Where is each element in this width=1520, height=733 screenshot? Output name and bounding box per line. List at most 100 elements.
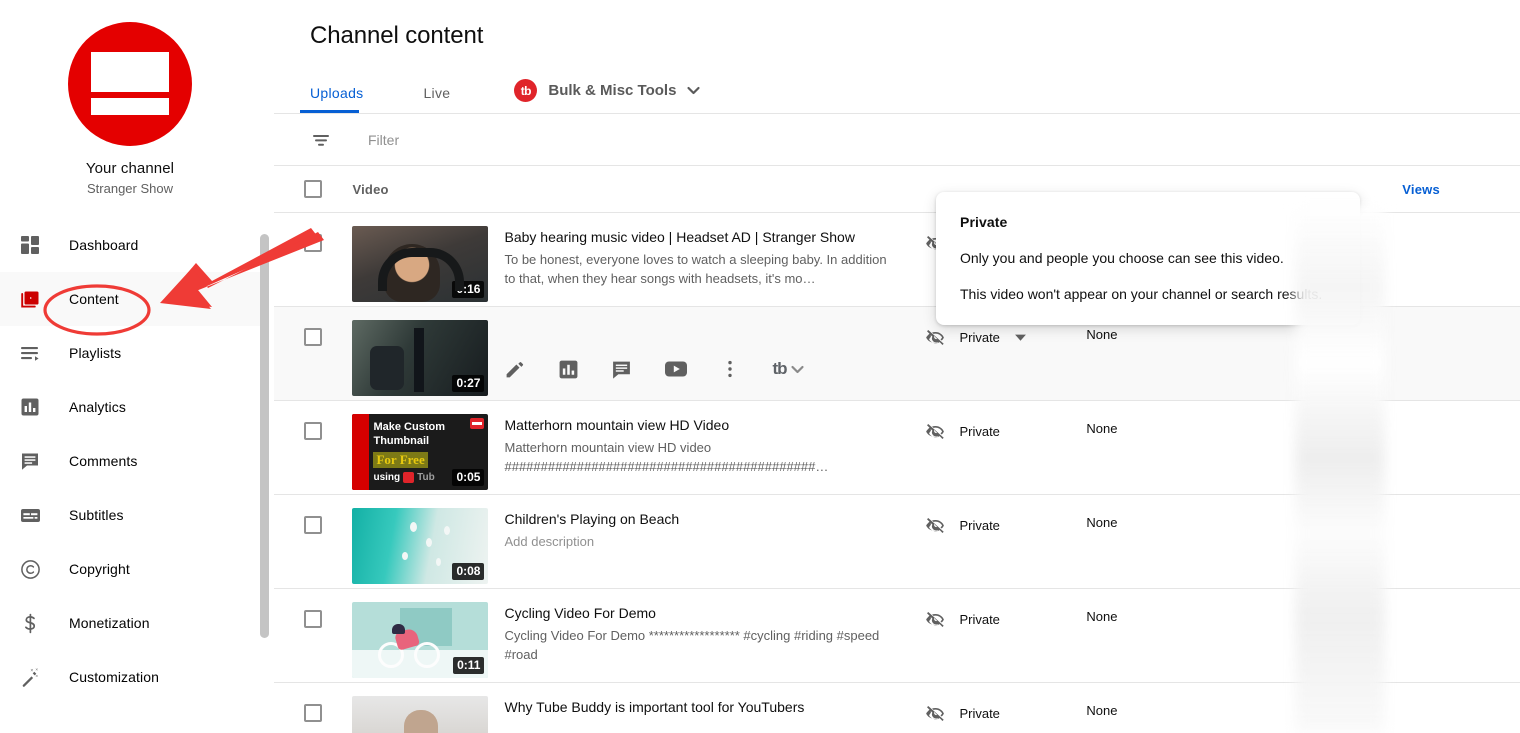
row-video-cell: Why Tube Buddy is important tool for You… [352, 696, 925, 733]
video-thumbnail[interactable]: 0:16 [352, 226, 489, 302]
sidebar-item-dashboard[interactable]: Dashboard [0, 218, 260, 272]
video-title[interactable]: Cycling Video For Demo [504, 604, 894, 623]
sidebar-item-label: Copyright [69, 561, 130, 577]
sidebar-item-playlists[interactable]: Playlists [0, 326, 260, 380]
row-checkbox[interactable] [304, 328, 323, 346]
sidebar-item-content[interactable]: Content [0, 272, 260, 326]
row-checkbox[interactable] [304, 422, 323, 440]
row-restrictions-cell: None [1086, 602, 1253, 624]
row-select-cell [274, 696, 352, 722]
video-description[interactable]: To be honest, everyone loves to watch a … [504, 251, 894, 289]
sidebar-scrollbar[interactable] [260, 234, 269, 638]
bulk-misc-tools-button[interactable]: tb Bulk & Misc Tools [514, 79, 702, 113]
tubebuddy-icon: tb [514, 79, 538, 102]
video-thumbnail[interactable]: 0:08 [352, 508, 489, 584]
table-row[interactable]: Make Custom Thumbnail For Free using Tub … [274, 401, 1520, 495]
video-duration: 0:11 [453, 657, 485, 674]
youtube-player-icon[interactable] [664, 357, 688, 381]
row-visibility-cell: Private [925, 696, 1086, 724]
sidebar-item-analytics[interactable]: Analytics [0, 380, 260, 434]
video-meta: Children's Playing on Beach Add descript… [504, 508, 894, 584]
edit-icon[interactable] [504, 358, 526, 380]
row-video-cell: Make Custom Thumbnail For Free using Tub … [352, 414, 925, 490]
comments-icon [17, 448, 43, 474]
sidebar-item-comments[interactable]: Comments [0, 434, 260, 488]
monetization-icon [17, 610, 43, 636]
your-channel-label: Your channel [85, 160, 175, 177]
restrictions-label: None [1086, 703, 1118, 718]
table-row[interactable]: 0:08 Children's Playing on Beach Add des… [274, 495, 1520, 589]
chevron-down-icon [789, 361, 806, 378]
more-options-icon[interactable] [720, 359, 740, 379]
video-meta: Baby hearing music video | Headset AD | … [504, 226, 894, 302]
video-title[interactable]: Why Tube Buddy is important tool for You… [504, 698, 894, 717]
video-title[interactable]: Matterhorn mountain view HD Video [504, 416, 894, 435]
filter-icon[interactable] [310, 129, 332, 151]
avatar-bar-bottom [91, 98, 169, 115]
select-all-checkbox[interactable] [304, 180, 323, 198]
dashboard-icon [17, 232, 43, 258]
table-row[interactable]: 0:11 Cycling Video For Demo Cycling Vide… [274, 589, 1520, 683]
visibility-dropdown-caret-icon[interactable] [1014, 331, 1027, 344]
bulk-misc-tools-label: Bulk & Misc Tools [548, 82, 677, 99]
video-description[interactable]: Cycling Video For Demo *****************… [504, 627, 894, 665]
row-select-cell [274, 602, 352, 628]
comments-icon[interactable] [611, 359, 632, 380]
page-title: Channel content [310, 22, 484, 49]
tab-live[interactable]: Live [423, 86, 454, 113]
restrictions-label: None [1086, 609, 1118, 624]
row-video-cell: 0:11 Cycling Video For Demo Cycling Vide… [352, 602, 925, 678]
row-select-cell [274, 226, 352, 252]
analytics-icon[interactable] [558, 359, 579, 380]
sidebar-item-subtitles[interactable]: Subtitles [0, 488, 260, 542]
visibility-private-icon [925, 703, 946, 724]
sidebar-item-label: Content [69, 291, 119, 307]
row-checkbox[interactable] [304, 234, 323, 252]
tubebuddy-label: tb [772, 359, 787, 378]
sidebar-item-copyright[interactable]: Copyright [0, 542, 260, 596]
visibility-label: Private [959, 424, 1000, 439]
sidebar-item-customization[interactable]: × × × Customization [0, 650, 260, 704]
video-thumbnail[interactable] [352, 696, 489, 733]
filter-input[interactable] [366, 130, 706, 149]
video-title[interactable]: Baby hearing music video | Headset AD | … [504, 228, 894, 247]
row-visibility-cell: Private [925, 508, 1086, 536]
video-duration: 0:27 [452, 375, 485, 392]
video-description[interactable]: Add description [504, 533, 894, 552]
video-duration: 0:16 [452, 281, 485, 298]
row-checkbox[interactable] [304, 704, 323, 722]
playlists-icon [17, 340, 43, 366]
row-checkbox[interactable] [304, 610, 323, 628]
sidebar-item-label: Analytics [69, 399, 126, 415]
tubebuddy-icon[interactable]: tb [772, 359, 805, 379]
video-thumbnail[interactable]: Make Custom Thumbnail For Free using Tub … [352, 414, 489, 490]
tooltip-line-2: This video won't appear on your channel … [960, 286, 1323, 302]
avatar-bar-top [91, 52, 169, 92]
tooltip-title: Private [960, 214, 1008, 230]
table-row[interactable]: Why Tube Buddy is important tool for You… [274, 683, 1520, 733]
row-restrictions-cell: None [1086, 508, 1253, 530]
channel-name: Stranger Show [87, 181, 173, 196]
youtube-studio-page: Your channel Stranger Show Dashboard Con… [0, 0, 1520, 733]
row-action-bar: tb [504, 320, 805, 396]
visibility-label: Private [959, 330, 1000, 345]
row-checkbox[interactable] [304, 516, 323, 534]
visibility-private-icon [925, 515, 946, 536]
video-thumbnail[interactable]: 0:27 [352, 320, 489, 396]
sidebar-item-monetization[interactable]: Monetization [0, 596, 260, 650]
avatar[interactable] [68, 22, 192, 146]
content-tabs: Uploads Live tb Bulk & Misc Tools [274, 62, 1520, 114]
copyright-icon [17, 556, 43, 582]
select-all-cell [274, 180, 352, 198]
tab-uploads[interactable]: Uploads [299, 86, 367, 113]
video-thumbnail[interactable]: 0:11 [352, 602, 489, 678]
sidebar-item-label: Monetization [69, 615, 150, 631]
channel-block[interactable]: Your channel Stranger Show [0, 0, 260, 196]
row-visibility-cell: Private [925, 414, 1086, 442]
video-meta: Why Tube Buddy is important tool for You… [504, 696, 894, 733]
video-meta: Matterhorn mountain view HD Video Matter… [504, 414, 894, 490]
row-video-cell: 0:16 Baby hearing music video | Headset … [352, 226, 925, 302]
video-description[interactable]: Matterhorn mountain view HD video ######… [504, 439, 894, 477]
visibility-private-icon [925, 327, 946, 348]
video-title[interactable]: Children's Playing on Beach [504, 510, 894, 529]
